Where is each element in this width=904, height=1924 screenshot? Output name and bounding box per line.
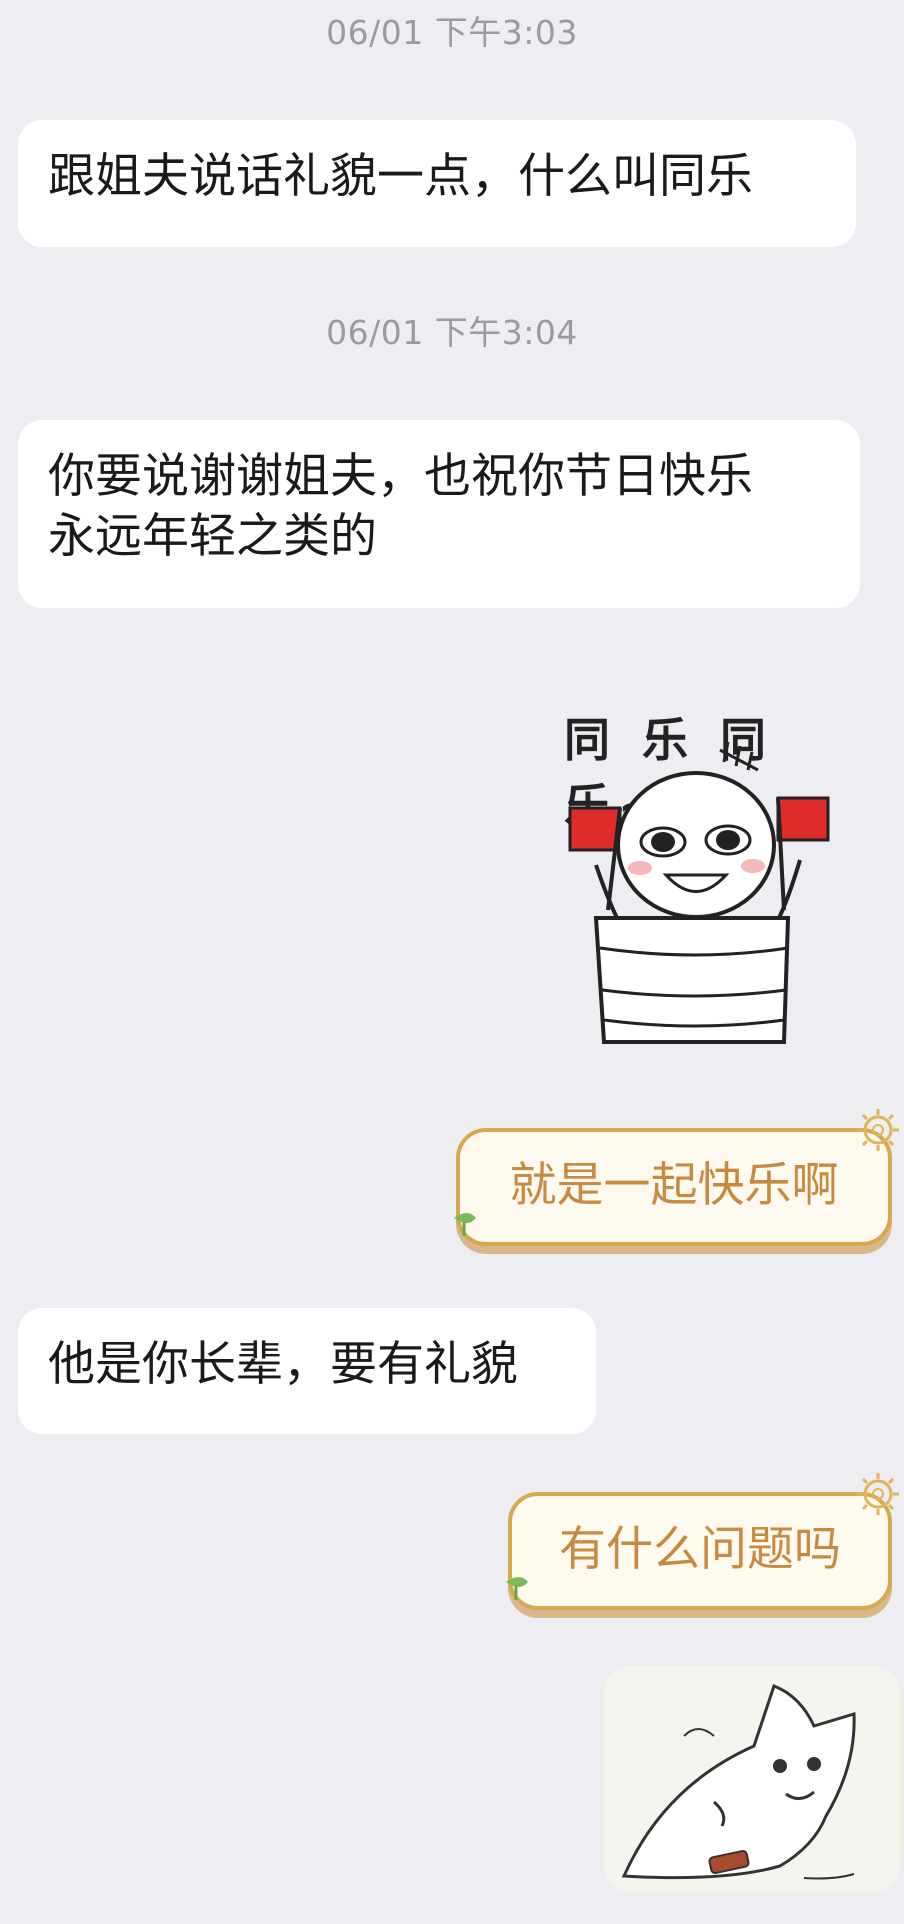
sticker-cat-drawing <box>621 1684 856 1880</box>
sun-icon <box>857 1109 899 1151</box>
message-text: 跟姐夫说话礼貌一点，什么叫同乐 <box>48 149 753 204</box>
outgoing-message[interactable]: 有什么问题吗 <box>508 1492 892 1610</box>
timestamp: 06/01 下午3:04 <box>326 313 578 352</box>
incoming-message[interactable]: 他是你长辈，要有礼貌 <box>18 1308 596 1434</box>
sun-icon <box>857 1473 899 1515</box>
chat-area[interactable]: 06/01 下午3:03 跟姐夫说话礼貌一点，什么叫同乐 06/01 下午3:0… <box>0 0 904 1924</box>
sticker-flag-character-icon[interactable]: 同 乐 同 乐~ <box>548 690 838 1050</box>
message-text-line: 你要说谢谢姐夫，也祝你节日快乐 <box>48 449 753 504</box>
outgoing-message[interactable]: 就是一起快乐啊 <box>456 1128 892 1246</box>
sticker-cat-icon[interactable] <box>604 1666 900 1892</box>
message-text: 有什么问题吗 <box>559 1522 841 1577</box>
message-text: 就是一起快乐啊 <box>509 1158 839 1213</box>
sticker-drawing <box>568 741 830 1044</box>
message-text-line: 永远年轻之类的 <box>48 509 377 564</box>
incoming-message[interactable]: 跟姐夫说话礼貌一点，什么叫同乐 <box>18 120 856 247</box>
sprout-icon <box>506 1577 528 1600</box>
message-text: 他是你长辈，要有礼貌 <box>48 1337 518 1392</box>
sprout-icon <box>454 1213 476 1236</box>
timestamp: 06/01 下午3:03 <box>326 13 578 52</box>
incoming-message[interactable]: 你要说谢谢姐夫，也祝你节日快乐 永远年轻之类的 <box>18 420 860 608</box>
